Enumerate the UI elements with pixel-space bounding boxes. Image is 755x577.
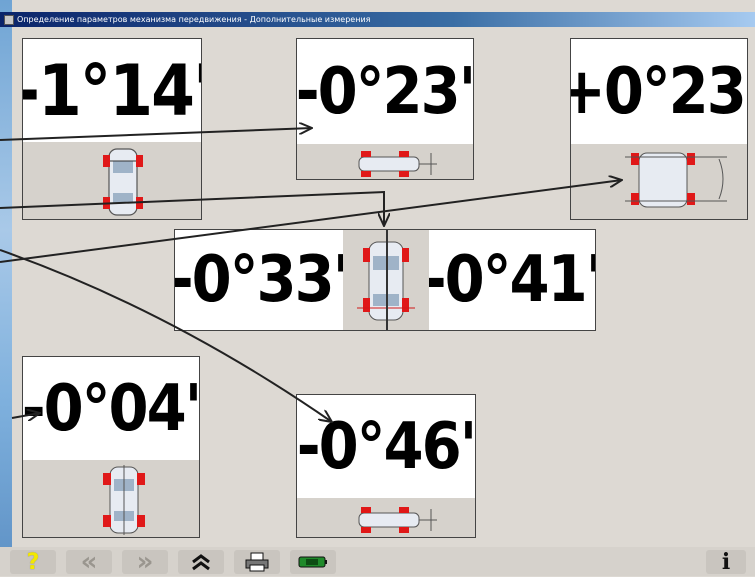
battery-status-button[interactable] bbox=[290, 550, 336, 574]
up-button[interactable] bbox=[178, 550, 224, 574]
battery-icon bbox=[298, 556, 327, 568]
printer-icon bbox=[245, 552, 269, 572]
arrow-to-card-5 bbox=[11, 413, 40, 418]
help-button[interactable]: ? bbox=[10, 549, 56, 575]
help-icon: ? bbox=[26, 549, 40, 575]
print-button[interactable] bbox=[234, 550, 280, 574]
double-chevron-right-icon: » bbox=[136, 547, 154, 577]
arrow-to-card-2 bbox=[0, 128, 312, 141]
double-chevron-left-icon: « bbox=[80, 547, 98, 577]
back-button[interactable]: « bbox=[66, 547, 112, 577]
arrow-to-card-4 bbox=[0, 190, 384, 226]
info-button[interactable]: i bbox=[706, 549, 746, 575]
bottom-toolbar: ? « » i bbox=[0, 547, 755, 577]
arrow-to-card-6 bbox=[0, 249, 332, 422]
double-chevron-up-icon bbox=[192, 554, 210, 571]
annotation-arrows bbox=[0, 0, 755, 576]
arrow-to-card-3 bbox=[0, 180, 622, 263]
forward-button[interactable]: » bbox=[122, 547, 168, 577]
info-icon: i bbox=[721, 549, 731, 575]
